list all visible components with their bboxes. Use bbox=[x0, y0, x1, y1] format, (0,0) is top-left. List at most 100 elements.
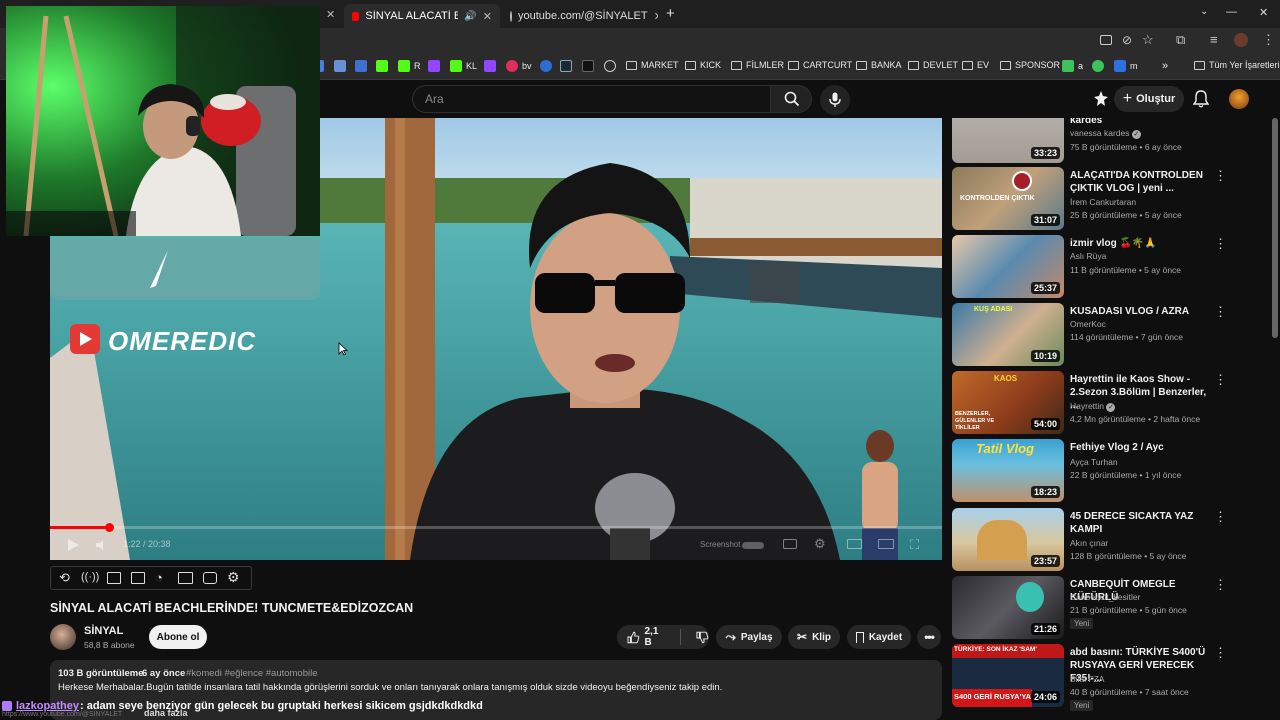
autoplay-toggle[interactable] bbox=[742, 542, 764, 549]
tab-search-icon[interactable]: ⌄ bbox=[1200, 6, 1208, 17]
recommendation-8[interactable]: TÜRKİYE: SON İKAZ 'SAM' S400 GERİ RUSYA'… bbox=[952, 644, 1272, 711]
like-button[interactable]: 2,1 B bbox=[627, 626, 667, 648]
more-options-icon[interactable]: ⋮ bbox=[1214, 578, 1227, 591]
bookmark-all[interactable]: Tüm Yer İşaretleri bbox=[1194, 60, 1280, 70]
bookmark-3[interactable] bbox=[355, 60, 367, 72]
bookmark-folder-sponsor[interactable]: SPONSOR bbox=[1000, 60, 1060, 70]
recommendation-1[interactable]: KONTROLDEN ÇIKTIK 31:07 ALAÇATI'DA KONTR… bbox=[952, 167, 1272, 231]
new-tab-icon[interactable]: + bbox=[666, 5, 675, 22]
recommendation-title[interactable]: ALAÇATI'DA KONTROLDEN ÇIKTIK VLOG | yeni… bbox=[1070, 169, 1210, 195]
close-tab-icon[interactable]: ✕ bbox=[326, 8, 335, 21]
bookmark-folder-kick[interactable]: KICK bbox=[685, 60, 721, 70]
twitch-bookmark-icon[interactable] bbox=[428, 60, 440, 72]
video-thumbnail[interactable]: 21:26 bbox=[952, 576, 1064, 639]
bookmark-folder-filmler[interactable]: FİLMLER bbox=[731, 60, 784, 70]
minimize-icon[interactable]: — bbox=[1226, 6, 1237, 18]
bookmark-folder-banka[interactable]: BANKA bbox=[856, 60, 902, 70]
recommendation-channel[interactable]: Bilal FZA bbox=[1070, 674, 1104, 684]
recommendation-title[interactable]: kardes bbox=[1070, 118, 1210, 127]
bookmark-bv[interactable]: bv bbox=[506, 60, 532, 72]
recommendation-channel[interactable]: vanessa kardes ✓ bbox=[1070, 128, 1141, 139]
extension-settings-icon[interactable]: ⚙ bbox=[227, 569, 240, 586]
video-thumbnail[interactable]: TÜRKİYE: SON İKAZ 'SAM' S400 GERİ RUSYA'… bbox=[952, 644, 1064, 707]
video-thumbnail[interactable]: 25:37 bbox=[952, 235, 1064, 298]
recommendation-channel[interactable]: İrem Cankurtaran bbox=[1070, 197, 1136, 207]
close-tab-icon[interactable]: ✕ bbox=[483, 10, 492, 23]
subtitles-icon[interactable] bbox=[783, 539, 797, 549]
video-thumbnail[interactable]: KUŞ ADASI 10:19 bbox=[952, 303, 1064, 366]
play-icon[interactable] bbox=[66, 538, 80, 552]
bookmark-kl[interactable]: KL bbox=[450, 60, 477, 72]
video-thumbnail[interactable]: Tatil Vlog 18:23 bbox=[952, 439, 1064, 502]
bookmark-a[interactable]: a bbox=[1062, 60, 1083, 72]
recommendation-6[interactable]: 23:57 45 DERECE SICAKTA YAZ KAMPI Akın ç… bbox=[952, 508, 1272, 572]
recommendation-4[interactable]: KAOS BENZERLER, GÜLENLER VE TİKLİLER 54:… bbox=[952, 371, 1272, 435]
recommendation-channel[interactable]: OmerKoc bbox=[1070, 319, 1106, 329]
loop-icon[interactable]: ⟲ bbox=[59, 570, 70, 586]
more-actions-button[interactable]: ••• bbox=[917, 625, 941, 649]
eye-off-icon[interactable]: ⊘ bbox=[1122, 33, 1132, 47]
video-thumbnail[interactable]: 33:23 bbox=[952, 118, 1064, 163]
steam-bookmark-icon[interactable] bbox=[560, 60, 572, 72]
close-window-icon[interactable]: ✕ bbox=[1259, 6, 1268, 19]
recommendation-channel[interactable]: Akın çınar bbox=[1070, 538, 1108, 548]
globe-bookmark-icon[interactable] bbox=[604, 60, 616, 72]
more-options-icon[interactable]: ⋮ bbox=[1214, 169, 1227, 182]
more-options-icon[interactable]: ⋮ bbox=[1214, 237, 1227, 250]
extensions-icon[interactable]: ⧉ bbox=[1176, 32, 1185, 48]
account-avatar[interactable] bbox=[1229, 89, 1249, 109]
recommendation-5[interactable]: Tatil Vlog 18:23 Fethiye Vlog 2 / Ayc Ay… bbox=[952, 439, 1272, 503]
search-input[interactable]: Ara bbox=[412, 85, 770, 113]
transcript-icon[interactable] bbox=[131, 572, 145, 584]
recommendation-0[interactable]: 33:23 kardes vanessa kardes ✓ 75 B görün… bbox=[952, 118, 1272, 163]
tab-video[interactable]: SİNYAL ALACATİ BEACHLERİ 🔊 ✕ bbox=[344, 4, 500, 28]
bookmark-m[interactable]: m bbox=[1114, 60, 1138, 72]
recommendation-2[interactable]: 25:37 izmir vlog 🍒🌴🙏 Aslı Rüya 11 B görü… bbox=[952, 235, 1272, 299]
bookmark-green[interactable] bbox=[1092, 60, 1104, 72]
channel-avatar[interactable] bbox=[50, 624, 76, 650]
recommendation-7[interactable]: 21:26 CANBEQUİT OMEGLE KÜFÜRLÜ Canbequit… bbox=[952, 576, 1272, 640]
install-app-icon[interactable] bbox=[1100, 35, 1112, 45]
speed-icon[interactable]: ◔ bbox=[155, 570, 163, 585]
video-thumbnail[interactable]: KONTROLDEN ÇIKTIK 31:07 bbox=[952, 167, 1064, 230]
voice-search-button[interactable] bbox=[820, 85, 850, 115]
media-control-icon[interactable]: ≡ bbox=[1210, 32, 1218, 47]
audio-wave-icon[interactable]: ((·)) bbox=[81, 571, 99, 583]
recommendation-channel[interactable]: Ayça Turhan bbox=[1070, 457, 1118, 467]
more-options-icon[interactable]: ⋮ bbox=[1214, 373, 1227, 386]
theater-mode-icon[interactable] bbox=[878, 539, 894, 549]
settings-gear-icon[interactable]: ⚙ bbox=[814, 536, 826, 552]
bookmark-folder-cartcurt[interactable]: CARTCURT bbox=[788, 60, 852, 70]
film-icon[interactable] bbox=[107, 572, 121, 584]
bookmark-dark[interactable] bbox=[582, 60, 594, 72]
subscribe-button[interactable]: Abone ol bbox=[149, 625, 207, 649]
volume-icon[interactable] bbox=[95, 539, 109, 551]
bookmark-r2[interactable] bbox=[540, 60, 552, 72]
bookmark-r[interactable]: R bbox=[398, 60, 421, 72]
recommendation-title[interactable]: Fethiye Vlog 2 / Ayc bbox=[1070, 441, 1210, 454]
bookmark-folder-market[interactable]: MARKET bbox=[626, 60, 679, 70]
recommendation-title[interactable]: KUSADASI VLOG / AZRA bbox=[1070, 305, 1210, 318]
more-options-icon[interactable]: ⋮ bbox=[1214, 646, 1227, 659]
page-scrollbar[interactable] bbox=[1272, 118, 1278, 338]
recommendation-channel[interactable]: Aslı Rüya bbox=[1070, 251, 1106, 261]
recommendation-channel[interactable]: Canbequit_kesitler bbox=[1070, 592, 1140, 602]
bookmark-2[interactable] bbox=[334, 60, 346, 72]
video-thumbnail[interactable]: KAOS BENZERLER, GÜLENLER VE TİKLİLER 54:… bbox=[952, 371, 1064, 434]
more-bookmarks-icon[interactable]: » bbox=[1162, 60, 1168, 72]
kick-bookmark-icon[interactable] bbox=[376, 60, 388, 72]
hashtags[interactable]: #komedi #eğlence #automobile bbox=[186, 668, 318, 679]
camera-icon[interactable] bbox=[203, 572, 217, 584]
recommendation-3[interactable]: KUŞ ADASI 10:19 KUSADASI VLOG / AZRA Ome… bbox=[952, 303, 1272, 367]
close-tab-icon[interactable]: ✕ bbox=[654, 10, 658, 23]
create-button[interactable]: + Oluştur bbox=[1114, 86, 1184, 112]
twitch-bookmark-icon[interactable] bbox=[484, 60, 496, 72]
save-button[interactable]: Kaydet bbox=[847, 625, 911, 649]
clip-button[interactable]: ✂ Klip bbox=[788, 625, 840, 649]
sparkle-gear-icon[interactable] bbox=[1092, 90, 1110, 108]
bookmark-star-icon[interactable]: ☆ bbox=[1142, 32, 1154, 48]
thumbs-down-icon[interactable] bbox=[696, 631, 709, 644]
menu-kebab-icon[interactable]: ⋮ bbox=[1262, 32, 1275, 48]
tab-channel[interactable]: youtube.com/@SİNYALET ✕ bbox=[502, 4, 658, 28]
video-thumbnail[interactable]: 23:57 bbox=[952, 508, 1064, 571]
